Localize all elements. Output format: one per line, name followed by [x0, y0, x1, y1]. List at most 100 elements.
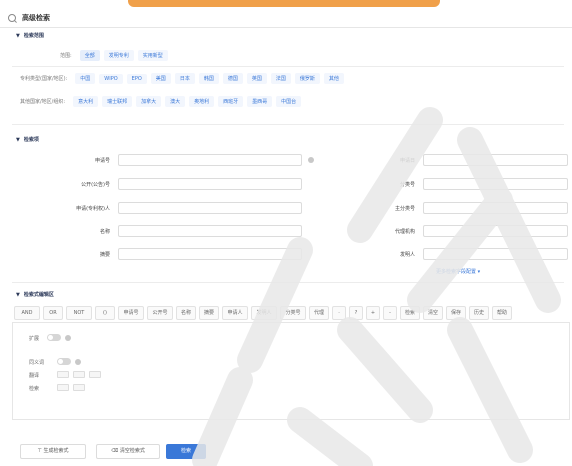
search-section-title[interactable]: ▼ 检索项 — [16, 136, 39, 144]
clear-expression-button[interactable]: ⌫ 清空检索式 — [96, 444, 160, 459]
scope-chip[interactable]: 发明专利 — [103, 50, 134, 61]
main-classification-input[interactable] — [423, 202, 568, 214]
expression-tool-button[interactable]: 历史 — [469, 306, 489, 320]
page-header: 高级检索 — [0, 8, 572, 28]
name-input[interactable] — [118, 225, 302, 237]
field-label-application-date: 申请日 — [399, 158, 415, 164]
expression-tool-button[interactable]: + — [366, 306, 380, 320]
scope-row: 范围: 全部 发明专利 实用新型 — [60, 50, 168, 61]
filter-section-title[interactable]: ▼ 检索范围 — [16, 32, 44, 40]
application-no-input[interactable] — [118, 154, 302, 166]
other-country-chip[interactable]: 墨西哥 — [247, 96, 273, 107]
expression-tool-button[interactable]: 分类号 — [280, 306, 306, 320]
expression-tool-button[interactable]: 代理 — [309, 306, 329, 320]
field-label-agency: 代理机构 — [394, 229, 415, 235]
country-label: 专利类型(国家/地区): — [20, 76, 68, 82]
search-label: 检索 — [180, 448, 191, 454]
option-label: 同义词 — [29, 360, 45, 366]
scope-chip[interactable]: 实用新型 — [137, 50, 168, 61]
search-button[interactable]: 检索 — [166, 444, 206, 459]
field-label-applicant: 申请(专利权)人 — [76, 206, 110, 212]
filter-title-text: 检索范围 — [23, 33, 44, 39]
collapse-triangle-icon: ▼ — [16, 136, 20, 143]
more-fields-link[interactable]: 更多检索字段配置 ▾ — [436, 268, 480, 275]
expression-tool-button[interactable]: () — [95, 306, 115, 320]
country-chip[interactable]: 日本 — [174, 73, 195, 84]
option-box[interactable] — [73, 384, 85, 391]
expression-tool-button[interactable]: 清空 — [423, 306, 443, 320]
collapse-triangle-icon: ▼ — [16, 291, 20, 298]
help-icon[interactable] — [308, 157, 314, 163]
country-chip[interactable]: 中国 — [75, 73, 96, 84]
other-country-chip[interactable]: 加拿大 — [136, 96, 162, 107]
option-label: 检索 — [29, 386, 40, 392]
expression-tool-button[interactable]: 摘要 — [199, 306, 219, 320]
option-box[interactable] — [89, 371, 101, 378]
other-country-label: 其他国家/地区/组织: — [20, 99, 66, 105]
help-icon[interactable] — [75, 359, 81, 365]
option-box[interactable] — [57, 384, 69, 391]
other-country-chip[interactable]: 瑞士联邦 — [102, 96, 133, 107]
other-country-chip[interactable]: 中国台 — [276, 96, 302, 107]
generate-expression-button[interactable]: ⊤ 生成检索式 — [20, 444, 86, 459]
other-country-chip[interactable]: 意大利 — [73, 96, 99, 107]
synonym-toggle[interactable] — [57, 358, 71, 365]
divider — [12, 124, 564, 125]
agency-input[interactable] — [423, 225, 568, 237]
expression-tool-button[interactable]: NOT — [66, 306, 92, 320]
expression-tool-button[interactable]: 申请人 — [222, 306, 248, 320]
applicant-input[interactable] — [118, 202, 302, 214]
expand-toggle[interactable] — [47, 334, 61, 341]
top-accent-tab — [128, 0, 440, 7]
divider — [12, 66, 564, 67]
scope-chip[interactable]: 全部 — [79, 50, 100, 61]
expression-tool-button[interactable]: 帮助 — [492, 306, 512, 320]
help-icon[interactable] — [65, 335, 71, 341]
field-label-name: 名称 — [99, 229, 110, 235]
expression-tool-button[interactable]: · — [332, 306, 346, 320]
scope-label: 范围: — [60, 53, 72, 59]
expression-tool-button[interactable]: 发明人 — [251, 306, 277, 320]
application-date-input[interactable] — [423, 154, 568, 166]
country-chip[interactable]: 德国 — [222, 73, 243, 84]
field-label-application-no: 申请号 — [94, 158, 110, 164]
abstract-input[interactable] — [118, 248, 302, 260]
publication-no-input[interactable] — [118, 178, 302, 190]
expression-section-title[interactable]: ▼ 检索式编辑区 — [16, 291, 54, 299]
country-chip[interactable]: EPO — [126, 73, 147, 84]
expression-tool-button[interactable]: 保存 — [446, 306, 466, 320]
collapse-triangle-icon: ▼ — [16, 32, 20, 39]
field-label-classification: 分类号 — [399, 182, 415, 188]
expression-tool-button[interactable]: ? — [349, 306, 363, 320]
other-country-row: 其他国家/地区/组织: 意大利 瑞士联邦 加拿大 澳大 奥地利 西班牙 墨西哥 … — [20, 96, 302, 107]
other-country-chip[interactable]: 澳大 — [165, 96, 186, 107]
inventor-input[interactable] — [423, 248, 568, 260]
field-label-main-classification: 主分类号 — [394, 206, 415, 212]
expression-tool-button[interactable]: - — [383, 306, 397, 320]
country-chip[interactable]: WIPO — [99, 73, 123, 84]
expression-tool-button[interactable]: 名称 — [176, 306, 196, 320]
country-chip[interactable]: 俄罗斯 — [294, 73, 320, 84]
page-title: 高级检索 — [22, 13, 50, 22]
classification-input[interactable] — [423, 178, 568, 190]
search-icon — [8, 13, 16, 22]
other-country-chip[interactable]: 奥地利 — [189, 96, 215, 107]
expression-tool-button[interactable]: OR — [43, 306, 63, 320]
country-chip[interactable]: 美国 — [150, 73, 171, 84]
generate-label: 生成检索式 — [43, 448, 69, 454]
country-chip[interactable]: 法国 — [270, 73, 291, 84]
option-box[interactable] — [73, 371, 85, 378]
expression-tool-button[interactable]: 检索 — [400, 306, 420, 320]
other-country-chip[interactable]: 西班牙 — [218, 96, 244, 107]
country-chip[interactable]: 其他 — [323, 73, 344, 84]
expression-editor[interactable]: 扩展 同义词 翻译 检索 — [12, 322, 570, 420]
expression-tool-button[interactable]: 申请号 — [118, 306, 144, 320]
country-chip[interactable]: 韩国 — [198, 73, 219, 84]
expression-tool-button[interactable]: 公开号 — [147, 306, 173, 320]
country-chip[interactable]: 英国 — [246, 73, 267, 84]
option-label: 翻译 — [29, 373, 40, 379]
field-label-inventor: 发明人 — [399, 252, 415, 258]
country-row: 专利类型(国家/地区): 中国 WIPO EPO 美国 日本 韩国 德国 英国 … — [20, 73, 344, 84]
option-box[interactable] — [57, 371, 69, 378]
expression-tool-button[interactable]: AND — [14, 306, 40, 320]
